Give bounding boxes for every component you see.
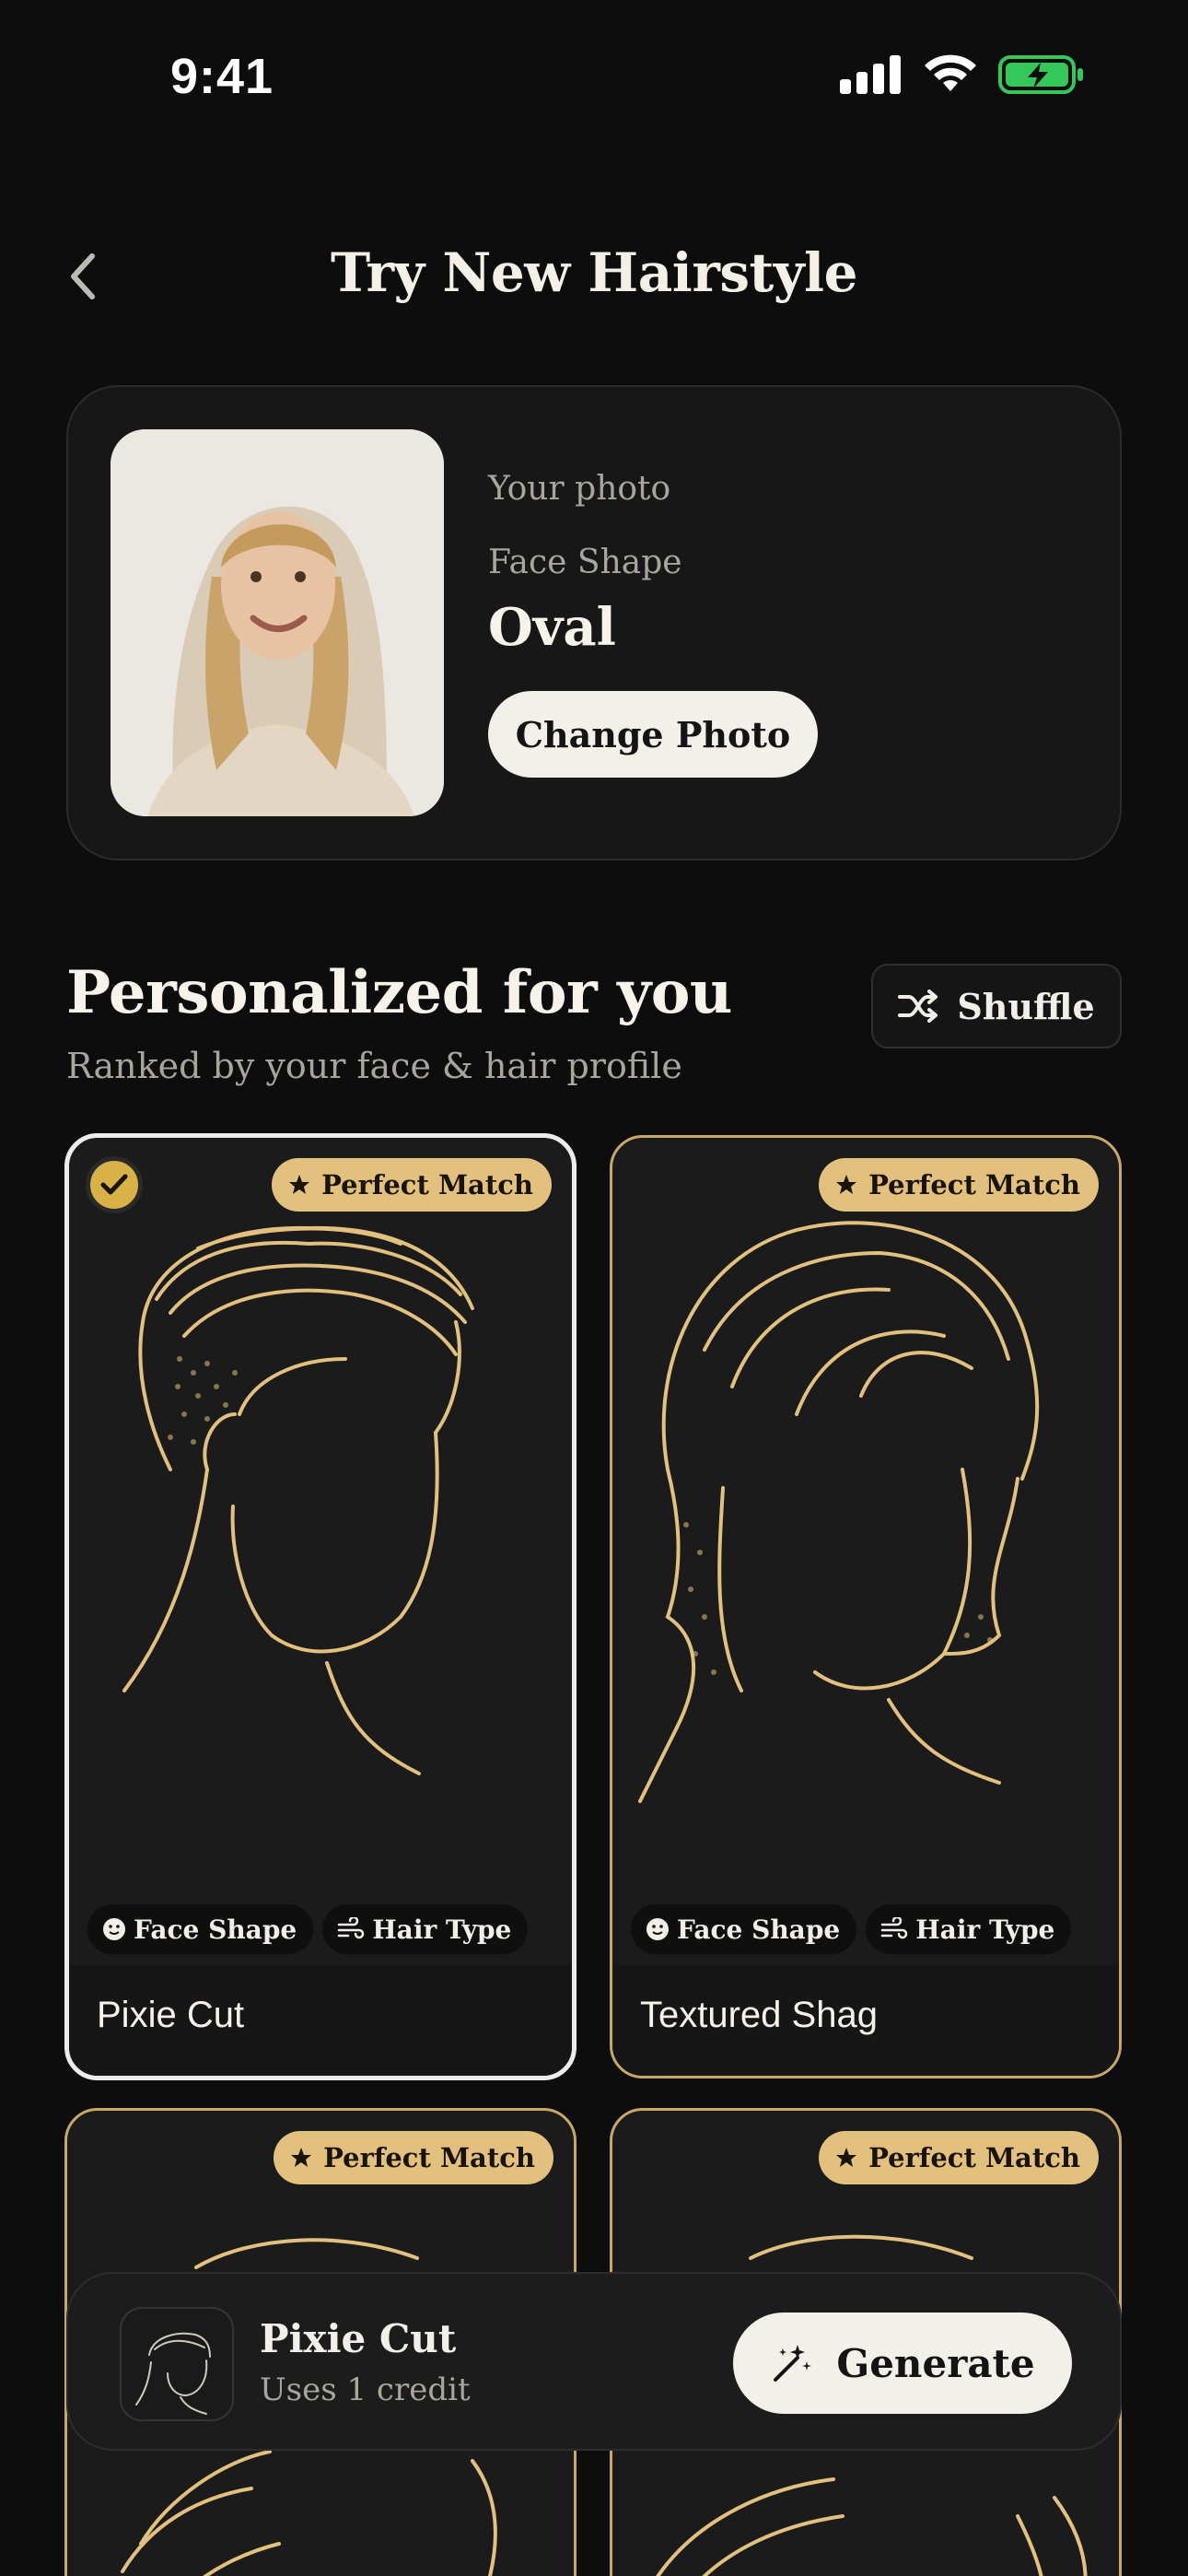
perfect-match-badge: Perfect Match	[819, 2131, 1099, 2184]
status-time: 9:41	[170, 49, 274, 104]
star-icon	[291, 2148, 312, 2167]
generate-label: Generate	[836, 2340, 1035, 2386]
pixie-cut-illustration	[122, 1225, 474, 1775]
wind-icon	[337, 1917, 365, 1939]
battery-icon	[998, 55, 1083, 94]
perfect-match-badge: Perfect Match	[819, 1158, 1099, 1212]
badge-label: Perfect Match	[323, 2142, 535, 2173]
wifi-icon	[925, 54, 976, 91]
chip-label: Face Shape	[134, 1914, 297, 1945]
perfect-match-badge: Perfect Match	[274, 2131, 553, 2184]
chip-label: Hair Type	[372, 1914, 512, 1945]
face-shape-chip: Face Shape	[87, 1904, 314, 1954]
face-shape-chip: Face Shape	[631, 1904, 857, 1954]
badge-label: Perfect Match	[868, 2142, 1080, 2173]
selected-style-thumbnail	[120, 2307, 234, 2421]
badge-label: Perfect Match	[321, 1169, 533, 1200]
generate-bar: Pixie Cut Uses 1 credit Generate	[66, 2272, 1122, 2451]
perfect-match-badge: Perfect Match	[272, 1158, 552, 1212]
face-icon	[646, 1918, 669, 1940]
hair-type-chip: Hair Type	[866, 1904, 1072, 1954]
face-shape-label: Face Shape	[488, 544, 682, 581]
card-footer: Pixie Cut	[69, 1965, 572, 2076]
shuffle-icon	[898, 989, 938, 1023]
status-icons	[840, 53, 1085, 96]
style-name: Pixie Cut	[97, 1995, 245, 2035]
hair-type-chip: Hair Type	[322, 1904, 529, 1954]
card-footer: Textured Shag	[612, 1965, 1119, 2076]
generate-button[interactable]: Generate	[733, 2313, 1072, 2414]
navigation-bar: Try New Hairstyle	[0, 221, 1188, 332]
shuffle-button[interactable]: Shuffle	[871, 964, 1122, 1048]
credit-text: Uses 1 credit	[260, 2371, 471, 2408]
match-chips: Face Shape Hair Type	[631, 1904, 1072, 1954]
star-icon	[289, 1175, 310, 1194]
star-icon	[836, 1175, 857, 1194]
section-subtitle: Ranked by your face & hair profile	[66, 1046, 682, 1086]
user-photo	[111, 429, 444, 816]
sparkle-wand-icon	[774, 2345, 812, 2382]
shuffle-label: Shuffle	[957, 985, 1095, 1027]
page-title: Try New Hairstyle	[331, 241, 857, 304]
style-name: Textured Shag	[640, 1995, 878, 2035]
badge-label: Perfect Match	[868, 1169, 1080, 1200]
face-shape-value: Oval	[488, 597, 616, 658]
match-chips: Face Shape Hair Type	[87, 1904, 529, 1954]
section-title: Personalized for you	[66, 958, 732, 1027]
chip-label: Face Shape	[677, 1914, 841, 1945]
photo-label: Your photo	[488, 470, 671, 508]
chip-label: Hair Type	[915, 1914, 1055, 1945]
photo-card: Your photo Face Shape Oval Change Photo	[66, 385, 1122, 861]
star-icon	[836, 2148, 857, 2167]
face-icon	[103, 1918, 125, 1940]
selected-check-badge	[86, 1156, 143, 1213]
style-card-pixie-cut[interactable]: Perfect Match Face Shape Hair Type Pixie…	[64, 1133, 577, 2080]
signal-icon	[840, 55, 901, 94]
textured-shag-illustration	[638, 1221, 1040, 1803]
check-icon	[100, 1174, 128, 1195]
style-card-textured-shag[interactable]: Perfect Match Face Shape Hair Type Textu…	[610, 1135, 1122, 2078]
selected-style-name: Pixie Cut	[260, 2316, 457, 2361]
change-photo-button[interactable]: Change Photo	[488, 691, 818, 778]
status-bar: 9:41	[0, 0, 1188, 157]
wind-icon	[880, 1917, 908, 1939]
